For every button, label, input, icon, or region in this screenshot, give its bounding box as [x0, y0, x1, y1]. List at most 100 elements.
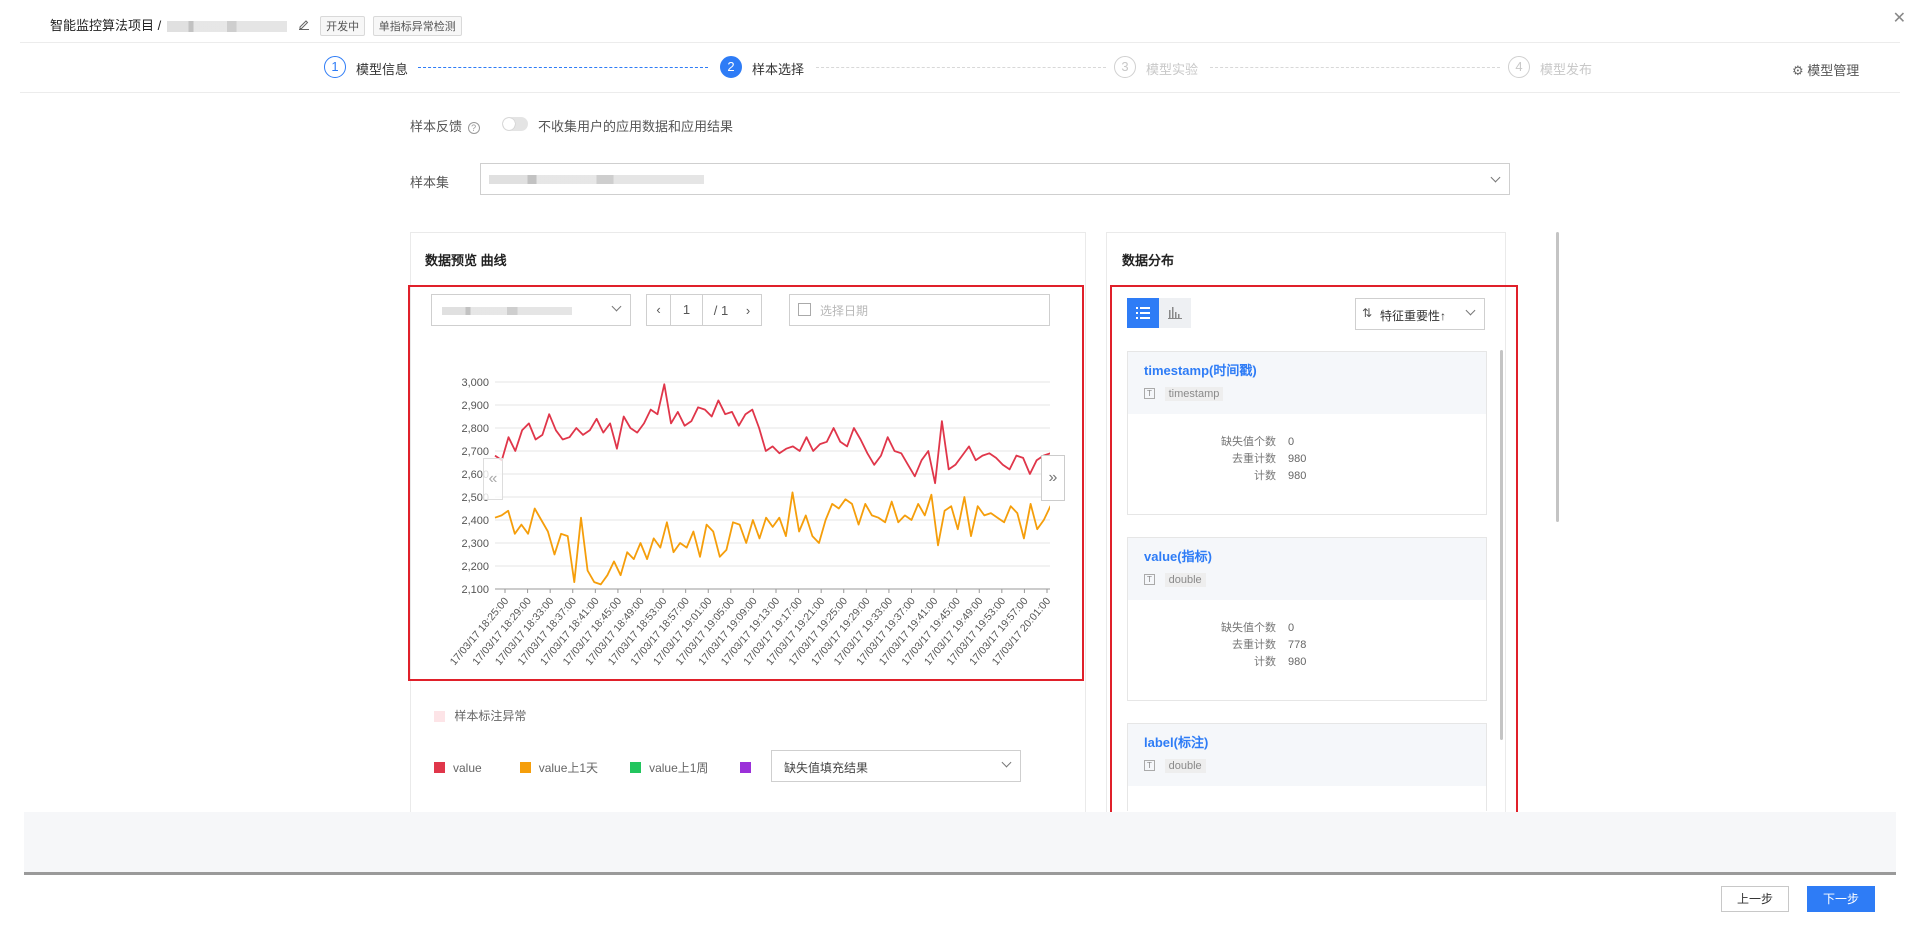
sort-select-value: 特征重要性↑ [1380, 309, 1447, 323]
chevron-down-icon [611, 301, 622, 312]
feedback-toggle[interactable] [502, 117, 528, 131]
stat-key: 去重计数 [1232, 453, 1276, 465]
card-title: value(指标) [1144, 549, 1212, 564]
chevron-down-icon [1490, 172, 1501, 183]
fill-result-value: 缺失值填充结果 [784, 761, 869, 775]
step-2-number[interactable]: 2 [720, 56, 742, 78]
stat-value: 980 [1288, 470, 1307, 482]
legend-swatch-value-1week[interactable] [630, 762, 642, 773]
y-tick-label: 2,200 [461, 561, 489, 573]
y-tick-label: 2,300 [461, 538, 489, 550]
sample-set-select[interactable] [480, 163, 1510, 195]
next-step-button[interactable]: 下一步 [1807, 886, 1875, 912]
legend-label-value-1day[interactable]: value上1天 [539, 759, 598, 776]
project-breadcrumb: 智能监控算法项目 / 开发中 单指标异常检测 [50, 15, 462, 36]
card-header: timestamp(时间戳) T timestamp [1128, 352, 1486, 414]
prev-step-button[interactable]: 上一步 [1721, 886, 1789, 912]
chevron-down-icon [1465, 305, 1476, 316]
card-stats: 缺失值个数 0 去重计数 980 计数 980 [1128, 414, 1486, 485]
feedback-toggle-text: 不收集用户的应用数据和应用结果 [538, 119, 734, 134]
card-title: label(标注) [1144, 735, 1209, 750]
step-3-number: 3 [1114, 56, 1136, 78]
series-select[interactable] [431, 294, 631, 326]
series-line-value上1天 [494, 491, 1050, 586]
step-1-label[interactable]: 模型信息 [356, 59, 408, 78]
stat-key: 计数 [1254, 470, 1276, 482]
line-chart: 3,0002,9002,8002,7002,6002,5002,4002,300… [448, 377, 1050, 668]
stat-key: 计数 [1254, 656, 1276, 668]
bar-view-icon[interactable] [1159, 298, 1191, 328]
next-page-button[interactable]: › [739, 303, 757, 318]
edit-icon[interactable] [298, 18, 314, 33]
toggle-knob [503, 118, 515, 130]
data-preview-title: 数据预览 曲线 [425, 253, 507, 268]
card-type-row: T timestamp [1144, 385, 1470, 401]
step-connector-3 [1210, 67, 1500, 68]
date-picker[interactable]: 选择日期 [789, 294, 1050, 326]
stat-row: 计数 980 [1128, 468, 1486, 485]
help-icon[interactable]: ? [467, 122, 480, 134]
series-legend: value value上1天 value上1周 [434, 759, 752, 776]
text-type-icon: T [1144, 760, 1155, 772]
stat-row: 缺失值个数 0 [1128, 620, 1486, 637]
date-placeholder: 选择日期 [820, 304, 869, 318]
sample-set-label: 样本集 [410, 175, 450, 190]
header-divider [20, 42, 1900, 43]
feature-card-label[interactable]: label(标注) T double [1127, 723, 1487, 811]
series-line-value [494, 383, 1050, 485]
step-connector-2 [816, 67, 1106, 68]
legend-label-value-1week[interactable]: value上1周 [649, 759, 708, 776]
sample-set-value-redacted [489, 175, 704, 184]
data-distribution-title: 数据分布 [1122, 253, 1175, 268]
gear-icon: ⚙ [1792, 63, 1804, 78]
y-tick-label: 2,400 [461, 515, 489, 527]
feedback-label: 样本反馈 ? [410, 116, 480, 135]
text-type-icon: T [1144, 574, 1155, 586]
chevron-down-icon [1001, 757, 1012, 768]
page-total: / 1 [713, 302, 729, 318]
model-manage-button[interactable]: ⚙ 模型管理 [1792, 60, 1859, 79]
stat-key: 去重计数 [1232, 639, 1276, 651]
list-view-icon[interactable] [1127, 298, 1159, 328]
chart-next-arrow[interactable]: » [1041, 455, 1065, 501]
card-header: label(标注) T double [1128, 724, 1486, 786]
feature-card-timestamp[interactable]: timestamp(时间戳) T timestamp 缺失值个数 0 去重计数 98… [1127, 351, 1487, 515]
project-name-redacted [166, 21, 287, 33]
sort-icon: ⇅ [1362, 306, 1373, 320]
steps-divider [20, 92, 1900, 93]
y-tick-label: 2,900 [461, 400, 489, 412]
step-2-label[interactable]: 样本选择 [752, 59, 804, 78]
feature-card-value[interactable]: value(指标) T double 缺失值个数 0 去重计数 778 计数 980 [1127, 537, 1487, 701]
legend-swatch-fill[interactable] [740, 762, 752, 773]
stat-row: 计数 980 [1128, 654, 1486, 671]
stat-row: 缺失值个数 0 [1128, 434, 1486, 451]
anomaly-legend: 样本标注异常 [434, 707, 526, 724]
cards-scrollbar[interactable] [1500, 350, 1503, 740]
stat-value: 778 [1288, 639, 1307, 651]
card-stats: 缺失值个数 0 去重计数 778 计数 980 [1128, 600, 1486, 671]
stat-value: 0 [1288, 622, 1295, 634]
legend-swatch-value[interactable] [434, 762, 445, 773]
fill-result-select[interactable]: 缺失值填充结果 [771, 750, 1021, 782]
close-icon[interactable]: ✕ [1893, 8, 1906, 28]
stat-row: 去重计数 980 [1128, 451, 1486, 468]
stat-row: 去重计数 778 [1128, 637, 1486, 654]
legend-swatch-value-1day[interactable] [519, 762, 531, 773]
step-1-number[interactable]: 1 [324, 56, 346, 78]
page-scrollbar[interactable] [1556, 232, 1559, 522]
feedback-label-text: 样本反馈 [410, 119, 463, 134]
y-tick-label: 2,700 [461, 446, 489, 458]
text-type-icon: T [1144, 388, 1155, 400]
stat-value: 980 [1288, 453, 1307, 465]
stat-key: 缺失值个数 [1221, 622, 1276, 634]
step-3-label: 模型实验 [1146, 62, 1199, 77]
sort-select[interactable]: ⇅ 特征重要性↑ [1355, 298, 1485, 330]
calendar-icon [798, 303, 811, 316]
type-tag: timestamp [1164, 387, 1224, 401]
legend-label-value[interactable]: value [453, 761, 482, 775]
page-current-input[interactable]: 1 [671, 295, 703, 325]
status-badge: 开发中 [320, 16, 366, 36]
chart-prev-arrow[interactable]: « [483, 458, 503, 500]
card-title: timestamp(时间戳) [1144, 363, 1257, 378]
prev-page-button[interactable]: ‹ [647, 295, 671, 325]
